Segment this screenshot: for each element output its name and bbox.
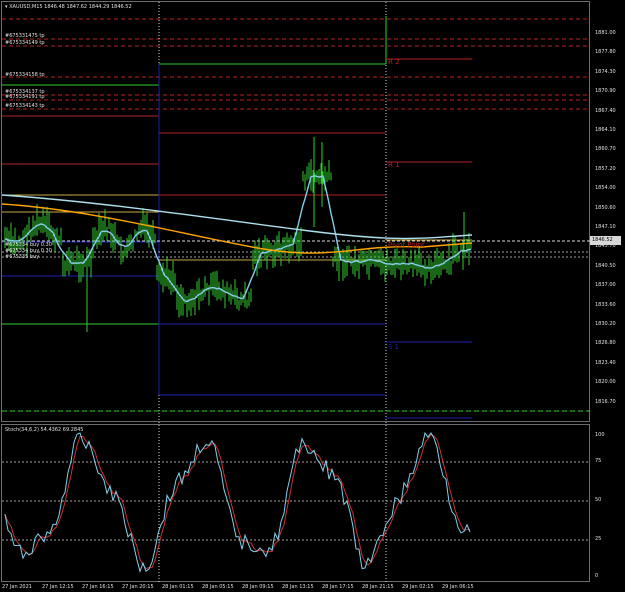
chart-title: ▾ XAUUSD,M15 1846.48 1847.62 1844.29 184… <box>5 4 132 10</box>
time-axis[interactable]: 27 Jan 2021 27 Jan 12:15 27 Jan 16:15 27 Ja… <box>0 582 625 592</box>
stoch-tick-label: 100 <box>595 432 605 438</box>
order-label[interactable]: #675334191 tp <box>5 94 45 100</box>
price-tick-label: 1823.40 <box>595 359 616 366</box>
price-tick-label: 1833.60 <box>595 301 616 308</box>
price-tick-label: 1854.00 <box>595 185 616 192</box>
stoch-signal-line <box>4 433 471 570</box>
stoch-tick-label: 25 <box>595 536 602 542</box>
price-tick-label: 1874.30 <box>595 68 616 75</box>
time-tick-label: 28 Jan 13:15 <box>282 584 314 590</box>
order-label[interactable]: #675335 buy <box>5 254 39 260</box>
order-label[interactable]: #675334149 tp <box>5 40 45 46</box>
time-tick-label: 28 Jan 05:15 <box>202 584 234 590</box>
time-tick-label: 27 Jan 16:15 <box>82 584 114 590</box>
price-tick-label: 1877.80 <box>595 49 616 56</box>
order-label[interactable]: #675334143 tp <box>5 103 45 109</box>
time-tick-label: 27 Jan 12:15 <box>42 584 74 590</box>
price-tick-label: 1857.20 <box>595 165 616 172</box>
pivot-r1-label: R 1 <box>388 161 400 169</box>
moving-average-slow-blue <box>2 194 473 240</box>
time-tick-label: 29 Jan 06:15 <box>442 584 474 590</box>
price-tick-label: 1864.10 <box>595 127 616 133</box>
stochastic-axis[interactable]: 100 75 50 25 0 <box>590 424 625 582</box>
time-tick-label: 28 Jan 17:15 <box>322 584 354 590</box>
time-tick-label: 28 Jan 21:15 <box>362 584 394 590</box>
price-tick-label: 1867.40 <box>595 107 616 114</box>
price-tick-label: 1847.10 <box>595 224 616 230</box>
price-tick-label: 1870.90 <box>595 88 616 95</box>
price-axis[interactable]: 1881.00 1877.80 1874.30 1870.90 1867.40 1864.… <box>590 1 625 422</box>
stoch-tick-label: 50 <box>595 497 602 503</box>
price-tick-label: 1860.70 <box>595 146 616 153</box>
price-chart-panel[interactable]: ▾ XAUUSD,M15 1846.48 1847.62 1844.29 184… <box>1 1 591 423</box>
time-tick-label: 28 Jan 09:15 <box>242 584 274 590</box>
time-tick-label: 29 Jan 02:15 <box>402 584 434 590</box>
symbol-title: XAUUSD,M15 <box>9 4 43 10</box>
pivot-r2-label: R 2 <box>388 58 400 66</box>
pivot-s1-label: S 1 <box>388 343 400 351</box>
price-tick-label: 1881.00 <box>595 30 616 36</box>
price-tick-label: 1826.80 <box>595 340 616 347</box>
pivot-point-label: Pivot Point <box>388 241 425 249</box>
stoch-tick-label: 75 <box>595 458 602 464</box>
chart-window[interactable]: ▾ XAUUSD,M15 1846.48 1847.62 1844.29 184… <box>0 0 625 592</box>
time-tick-label: 27 Jan 20:15 <box>122 584 154 590</box>
time-tick-label: 28 Jan 01:15 <box>162 584 194 590</box>
current-price-marker: 1846.52 <box>590 236 621 245</box>
stochastic-panel[interactable]: Stoch(34,6,2) 54.4362 69.2845 <box>1 424 591 583</box>
order-label[interactable]: #675334158 tp <box>5 72 45 78</box>
time-tick-label: 27 Jan 2021 <box>2 584 32 590</box>
price-tick-label: 1837.00 <box>595 282 616 289</box>
ohlc-values: 1846.48 1847.62 1844.29 1846.52 <box>44 4 132 10</box>
price-tick-label: 1830.20 <box>595 321 616 327</box>
price-tick-label: 1850.60 <box>595 204 616 211</box>
price-tick-label: 1840.50 <box>595 262 616 269</box>
collapse-arrow-icon: ▾ <box>5 4 8 10</box>
price-chart-canvas[interactable] <box>2 2 591 423</box>
price-tick-label: 1820.00 <box>595 379 616 386</box>
order-label[interactable]: #675331475 tp <box>5 33 45 39</box>
stochastic-canvas[interactable] <box>2 425 591 583</box>
stoch-title: Stoch(34,6,2) 54.4362 69.2845 <box>5 427 84 433</box>
stoch-tick-label: 0 <box>595 573 599 579</box>
price-tick-label: 1816.70 <box>595 398 616 405</box>
